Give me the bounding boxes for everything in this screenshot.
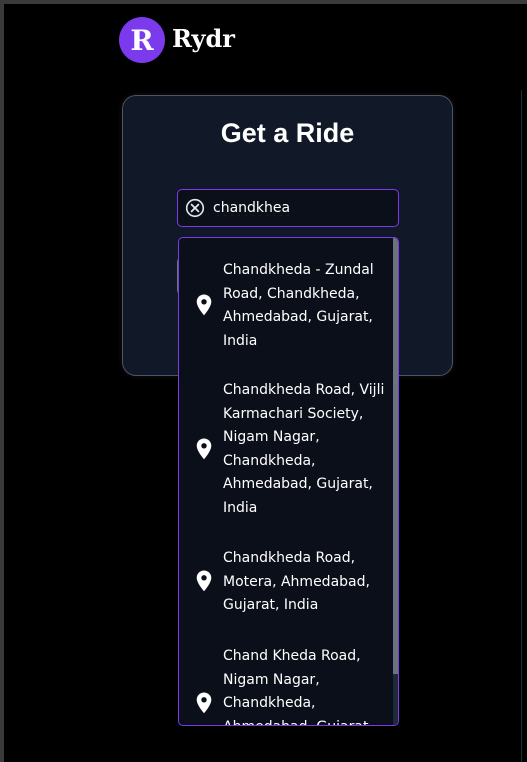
cancel-icon[interactable] [185, 198, 205, 218]
window-left-border [0, 0, 4, 762]
map-pin-icon [196, 692, 212, 714]
suggestion-text: Chandkheda Road, Motera, Ahmedabad, Guja… [223, 550, 370, 613]
map-pin-icon [196, 294, 212, 316]
map-pin-icon [196, 438, 212, 460]
map-pin-icon [196, 570, 212, 592]
suggestion-text: Chandkheda Road, Vijli Karmachari Societ… [223, 382, 385, 516]
suggestion-item[interactable]: Chandkheda - Zundal Road, Chandkheda, Ah… [179, 259, 391, 353]
suggestion-text: Chandkheda - Zundal Road, Chandkheda, Ah… [223, 262, 374, 349]
brand-name[interactable]: Rydr [172, 24, 235, 53]
suggestion-item[interactable]: Chandkheda Road, Motera, Ahmedabad, Guja… [179, 547, 391, 618]
dropdown-scrollbar[interactable] [393, 238, 398, 725]
right-edge-line [521, 90, 522, 762]
suggestions-dropdown[interactable]: Chandkheda - Zundal Road, Chandkheda, Ah… [178, 237, 399, 726]
suggestion-item[interactable]: Chand Kheda Road, Nigam Nagar, Chandkhed… [179, 645, 391, 725]
pickup-search-field[interactable] [177, 189, 399, 227]
brand-logo[interactable]: R [119, 17, 165, 63]
pickup-search-input[interactable] [213, 200, 383, 216]
scrollbar-thumb[interactable] [393, 238, 398, 674]
suggestion-text: Chand Kheda Road, Nigam Nagar, Chandkhed… [223, 648, 373, 725]
card-title: Get a Ride [220, 118, 355, 148]
suggestion-item[interactable]: Chandkheda Road, Vijli Karmachari Societ… [179, 379, 391, 520]
brand-logo-letter: R [130, 23, 154, 57]
window-top-border [0, 0, 527, 4]
